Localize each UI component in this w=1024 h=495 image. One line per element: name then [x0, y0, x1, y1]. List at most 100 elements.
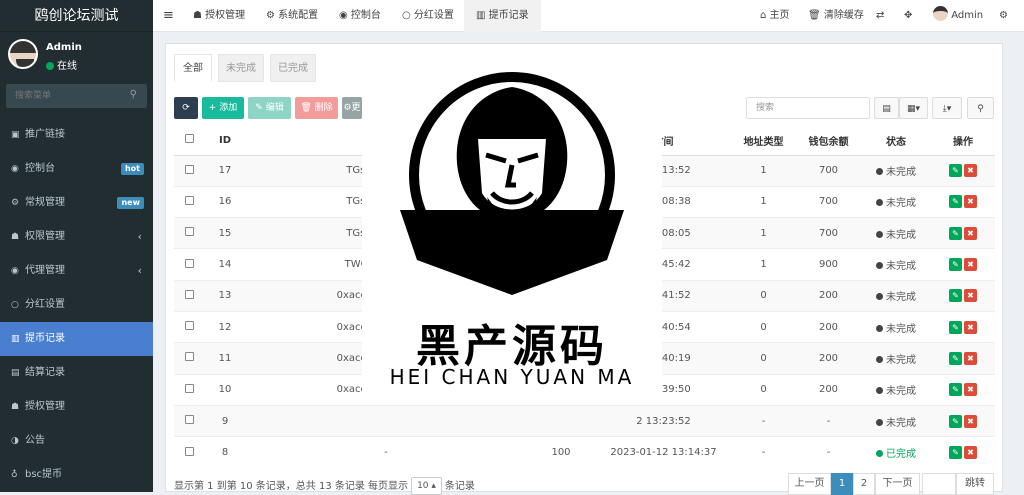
edit-pencil-icon[interactable]: ✎: [949, 226, 962, 240]
sidebar-item-4[interactable]: ◉ 代理管理 ‹: [0, 254, 153, 288]
watermark-en: HEI CHAN YUAN MA: [389, 365, 635, 389]
fullscreen-icon[interactable]: ✥: [904, 0, 912, 32]
trash-icon: 🗑: [300, 103, 312, 113]
tab-complete[interactable]: 已完成: [270, 54, 316, 82]
cell-id: 16: [204, 185, 246, 218]
tab-withdraw[interactable]: ▥ 提币记录: [464, 0, 541, 32]
status-badge: 未完成: [861, 185, 931, 218]
status-badge: 未完成: [861, 217, 931, 249]
tab-dashboard[interactable]: ◉ 控制台: [339, 0, 381, 32]
row-actions[interactable]: ✎ ✖: [931, 342, 995, 375]
settings-gear-icon[interactable]: ⚙: [999, 0, 1008, 32]
bicycle-icon: ♁: [11, 470, 18, 480]
delete-trash-icon[interactable]: ✖: [964, 414, 977, 428]
row-checkbox[interactable]: [174, 404, 204, 437]
edit-pencil-icon[interactable]: ✎: [949, 351, 962, 365]
search-icon[interactable]: ⚲: [130, 89, 137, 100]
edit-pencil-icon[interactable]: ✎: [949, 383, 962, 397]
sidebar-item-5[interactable]: ○ 分红设置: [0, 288, 153, 322]
edit-pencil-icon[interactable]: ✎: [949, 195, 962, 209]
th-status[interactable]: 状态: [861, 126, 931, 156]
page-size-select[interactable]: 10 ▴: [411, 477, 442, 495]
delete-button[interactable]: 🗑 删除: [295, 97, 338, 119]
th-id[interactable]: ID: [204, 126, 246, 156]
edit-pencil-icon[interactable]: ✎: [949, 446, 962, 460]
status-text: 未完成: [886, 198, 916, 210]
delete-trash-icon[interactable]: ✖: [964, 320, 977, 334]
toggle-view-icon[interactable]: ▤: [874, 97, 899, 119]
delete-trash-icon[interactable]: ✖: [964, 446, 977, 460]
export-icon[interactable]: ⤓▾: [932, 97, 962, 119]
sidebar-item-2[interactable]: ⚙ 常规管理 new: [0, 186, 153, 220]
row-actions[interactable]: ✎ ✖: [931, 279, 995, 312]
tab-auth[interactable]: ☗ 授权管理: [193, 0, 245, 32]
edit-pencil-icon[interactable]: ✎: [949, 414, 962, 428]
delete-trash-icon[interactable]: ✖: [964, 351, 977, 365]
row-checkbox[interactable]: [174, 373, 204, 406]
row-actions[interactable]: ✎ ✖: [931, 373, 995, 406]
app-title[interactable]: 鸥创论坛测试: [0, 0, 153, 32]
sidebar-item-6[interactable]: ▥ 提币记录: [0, 322, 153, 356]
tab-dividend[interactable]: ○ 分红设置: [402, 0, 454, 32]
search-icon[interactable]: ⚲: [967, 97, 994, 119]
row-actions[interactable]: ✎ ✖: [931, 310, 995, 343]
delete-trash-icon[interactable]: ✖: [964, 226, 977, 240]
sidebar: 鸥创论坛测试 Admin 在线 ⚲ ▣ 推广链接 ◉ 控制台 hot ⚙ 常规管理 new ☗ 权…: [0, 0, 153, 492]
sidebar-item-3[interactable]: ☗ 权限管理 ‹: [0, 220, 153, 254]
tab-system[interactable]: ⚙ 系统配置: [266, 0, 318, 32]
clear-cache-link[interactable]: 🗑 清除缓存: [808, 0, 864, 32]
sidebar-item-1[interactable]: ◉ 控制台 hot: [0, 152, 153, 186]
row-actions[interactable]: ✎ ✖: [931, 404, 995, 437]
delete-trash-icon[interactable]: ✖: [964, 195, 977, 209]
sidebar-item-9[interactable]: ◑ 公告: [0, 424, 153, 458]
menu-search-input[interactable]: [6, 84, 116, 108]
cell-type: 1: [731, 248, 796, 281]
sidebar-item-label: 控制台: [25, 163, 55, 174]
admin-menu[interactable]: Admin: [933, 0, 983, 32]
row-actions[interactable]: ✎ ✖: [931, 154, 995, 187]
th-addr-type[interactable]: 地址类型: [731, 126, 796, 156]
table-search-input[interactable]: 搜索: [746, 97, 870, 119]
refresh-button[interactable]: ⟳: [174, 97, 198, 119]
tab-all[interactable]: 全部: [174, 54, 212, 82]
row-actions[interactable]: ✎ ✖: [931, 217, 995, 249]
row-actions[interactable]: ✎ ✖: [931, 248, 995, 281]
row-checkbox[interactable]: [174, 154, 204, 187]
row-actions[interactable]: ✎ ✖: [931, 185, 995, 218]
row-checkbox[interactable]: [174, 279, 204, 312]
table-row[interactable]: 8-100 2023-01-12 13:14:37- - 已完成 ✎ ✖: [174, 436, 995, 468]
sidebar-item-7[interactable]: ▤ 结算记录: [0, 356, 153, 390]
row-actions[interactable]: ✎ ✖: [931, 436, 995, 468]
columns-icon[interactable]: ▦▾: [899, 97, 928, 119]
add-button[interactable]: + 添加: [202, 97, 244, 119]
sidebar-item-label: 权限管理: [25, 231, 65, 242]
status-dot-icon: [876, 199, 883, 207]
row-checkbox[interactable]: [174, 310, 204, 343]
edit-button[interactable]: ✎ 编辑: [248, 97, 291, 119]
home-link[interactable]: ⌂ 主页: [760, 0, 790, 32]
row-checkbox[interactable]: [174, 436, 204, 468]
dashboard-icon: ◉: [11, 164, 19, 174]
edit-pencil-icon[interactable]: ✎: [949, 164, 962, 178]
delete-trash-icon[interactable]: ✖: [964, 164, 977, 178]
translate-icon[interactable]: ⇄: [876, 0, 884, 32]
more-button[interactable]: ⚙更: [342, 97, 362, 119]
delete-trash-icon[interactable]: ✖: [964, 383, 977, 397]
row-checkbox[interactable]: [174, 217, 204, 249]
delete-trash-icon[interactable]: ✖: [964, 258, 977, 272]
select-all-checkbox[interactable]: [174, 126, 204, 156]
menu-toggle-icon[interactable]: ≡: [163, 0, 174, 32]
sidebar-item-8[interactable]: ☗ 授权管理: [0, 390, 153, 424]
sidebar-item-0[interactable]: ▣ 推广链接: [0, 118, 153, 152]
tab-incomplete[interactable]: 未完成: [218, 54, 264, 82]
delete-trash-icon[interactable]: ✖: [964, 289, 977, 303]
row-checkbox[interactable]: [174, 342, 204, 375]
table-row[interactable]: 92 13:23:52- - 未完成 ✎ ✖: [174, 404, 995, 437]
th-balance[interactable]: 钱包余额: [796, 126, 861, 156]
row-checkbox[interactable]: [174, 185, 204, 218]
edit-pencil-icon[interactable]: ✎: [949, 289, 962, 303]
edit-pencil-icon[interactable]: ✎: [949, 258, 962, 272]
sidebar-item-10[interactable]: ♁ bsc提币: [0, 458, 153, 492]
row-checkbox[interactable]: [174, 248, 204, 281]
edit-pencil-icon[interactable]: ✎: [949, 320, 962, 334]
